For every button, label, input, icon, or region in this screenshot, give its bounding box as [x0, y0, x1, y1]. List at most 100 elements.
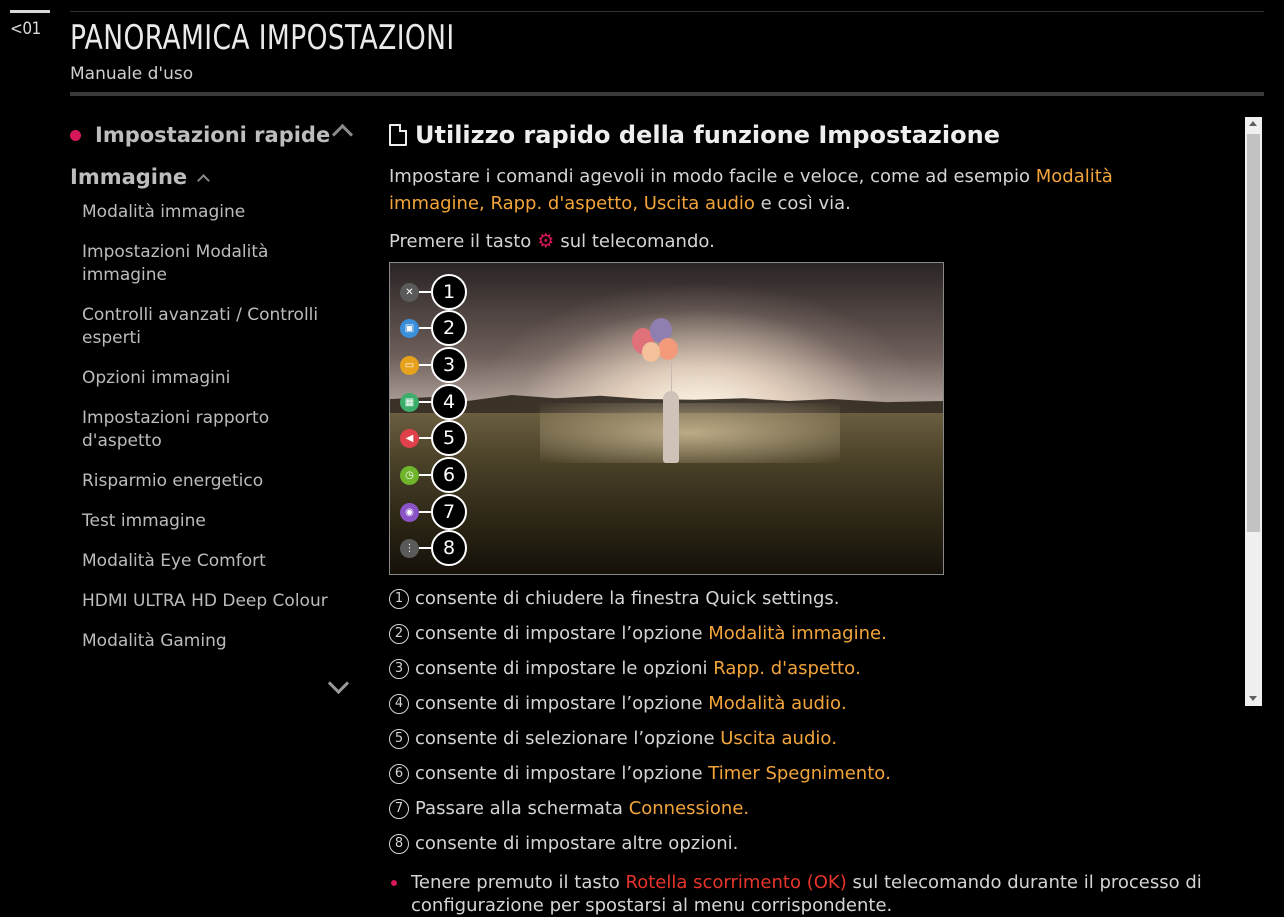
item-highlight: Connessione — [628, 798, 744, 819]
callout-line — [419, 437, 431, 439]
active-dot-icon — [70, 129, 81, 141]
item-text: Passare alla schermata — [415, 798, 623, 819]
gear-icon: ⚙ — [537, 230, 555, 252]
back-tab-bar — [10, 10, 50, 13]
item-highlight: Modalità audio — [708, 693, 841, 714]
item-period: . — [840, 693, 847, 714]
number-circle: 5 — [389, 728, 409, 749]
item-period: . — [831, 728, 838, 749]
intro-text-end: e così via. — [754, 193, 851, 214]
note-highlight: Rotella scorrimento (OK) — [625, 872, 847, 893]
callout-number: 3 — [431, 347, 467, 383]
item-text: consente di impostare le opzioni — [415, 658, 708, 679]
intro-paragraph: Impostare i comandi agevoli in modo faci… — [389, 163, 1179, 217]
callout-line — [419, 474, 431, 476]
quick-settings-row: ▭ 3 — [400, 347, 467, 383]
callout-number: 4 — [431, 384, 467, 420]
picture-mode-icon: ▣ — [400, 318, 419, 338]
callout-line — [419, 327, 431, 329]
sidebar-section-label: Immagine — [70, 165, 188, 189]
press-text-end: sul telecomando. — [560, 230, 715, 252]
page-title: PANORAMICA IMPOSTAZIONI — [70, 18, 455, 58]
item-text: consente di impostare altre opzioni. — [415, 833, 739, 854]
section-heading-text: Utilizzo rapido della funzione Impostazi… — [415, 121, 1000, 149]
quick-settings-row: ◀ 5 — [400, 420, 467, 456]
list-item: 5 consente di selezionare l’opzione Uscit… — [389, 721, 1234, 756]
sidebar: Impostazioni rapide Immagine Modalità im… — [70, 115, 360, 705]
note-text-pre: Tenere premuto il tasto — [411, 872, 626, 893]
callout-number: 1 — [431, 274, 467, 310]
scrollbar-thumb[interactable] — [1247, 134, 1260, 532]
sound-out-icon: ◀ — [400, 428, 419, 448]
sidebar-item-aspect-ratio[interactable]: Impostazioni rapporto d'aspetto — [70, 407, 332, 453]
list-item: 6 consente di impostare l’opzione Timer S… — [389, 756, 1234, 791]
separator: , — [479, 193, 491, 214]
chevron-up-icon[interactable] — [331, 123, 354, 146]
item-highlight: Timer Spegnimento — [708, 763, 886, 784]
separator: , — [632, 193, 644, 214]
item-text: consente di impostare l’opzione — [415, 763, 703, 784]
back-tab[interactable]: <01 — [10, 10, 50, 39]
sidebar-item-picture-mode-settings[interactable]: Impostazioni Modalità immagine — [70, 241, 332, 287]
list-item: 1 consente di chiudere la finestra Quick … — [389, 581, 1234, 616]
item-period: . — [743, 798, 750, 819]
main-content: Utilizzo rapido della funzione Impostazi… — [389, 115, 1234, 917]
item-period: . — [881, 623, 887, 644]
number-circle: 6 — [389, 763, 409, 784]
more-icon: ⋮ — [400, 538, 419, 558]
press-instruction: Premere il tasto ⚙ sul telecomando. — [389, 228, 1234, 254]
list-item: 7 Passare alla schermata Connessione. — [389, 791, 1234, 826]
callout-descriptions: 1 consente di chiudere la finestra Quick … — [389, 581, 1234, 861]
timer-icon: ◷ — [400, 465, 419, 485]
callout-number: 2 — [431, 310, 467, 346]
callout-line — [419, 291, 431, 293]
sidebar-section-image[interactable]: Immagine — [70, 155, 360, 199]
sidebar-item-picture-options[interactable]: Opzioni immagini — [70, 367, 332, 390]
sidebar-section-label: Impostazioni rapide — [95, 123, 331, 147]
sidebar-item-picture-mode[interactable]: Modalità immagine — [70, 201, 332, 224]
intro-text: Impostare i comandi agevoli in modo faci… — [389, 166, 1036, 187]
highlight-sound-out: Uscita audio — [643, 193, 755, 214]
sidebar-subitems: Modalità immagine Impostazioni Modalità … — [70, 201, 360, 653]
quick-settings-row: ◷ 6 — [400, 457, 467, 493]
sidebar-item-energy-saving[interactable]: Risparmio energetico — [70, 470, 332, 493]
item-period: . — [855, 658, 861, 679]
sidebar-item-hdmi-deep-colour[interactable]: HDMI ULTRA HD Deep Colour — [70, 590, 332, 613]
quick-settings-row: ▣ 2 — [400, 310, 467, 346]
number-circle: 3 — [389, 658, 409, 679]
item-period: . — [885, 763, 892, 784]
note: Tenere premuto il tasto Rotella scorrime… — [389, 871, 1234, 917]
highlight-aspect-ratio: Rapp. d'aspetto — [490, 193, 633, 214]
aspect-ratio-icon: ▭ — [400, 355, 419, 375]
header-divider — [70, 92, 1264, 96]
section-heading: Utilizzo rapido della funzione Impostazi… — [389, 115, 1234, 155]
sidebar-item-advanced-controls[interactable]: Controlli avanzati / Controlli esperti — [70, 304, 332, 350]
item-highlight: Modalità immagine — [708, 623, 882, 644]
back-tab-label: <01 — [10, 19, 41, 39]
callout-number: 5 — [431, 420, 467, 456]
content-scrollbar[interactable] — [1245, 117, 1262, 706]
scroll-up-arrow-icon[interactable] — [1249, 121, 1257, 126]
callout-number: 6 — [431, 457, 467, 493]
number-circle: 2 — [389, 623, 409, 644]
bullet-icon — [391, 880, 397, 886]
scroll-down-arrow-icon[interactable] — [1249, 696, 1257, 701]
list-item: 4 consente di impostare l’opzione Modalit… — [389, 686, 1234, 721]
number-circle: 7 — [389, 798, 409, 819]
chevron-up-icon[interactable] — [197, 173, 211, 187]
note-text: Tenere premuto il tasto Rotella scorrime… — [411, 871, 1234, 917]
sidebar-section-quick-settings[interactable]: Impostazioni rapide — [70, 115, 360, 155]
page-subtitle: Manuale d'uso — [70, 64, 194, 84]
callout-number: 7 — [431, 494, 467, 530]
press-text: Premere il tasto — [389, 230, 532, 252]
sidebar-item-picture-test[interactable]: Test immagine — [70, 510, 332, 533]
sidebar-item-eye-comfort[interactable]: Modalità Eye Comfort — [70, 550, 332, 573]
quick-settings-row: ⋮ 8 — [400, 530, 467, 566]
callout-line — [419, 364, 431, 366]
girl-figure — [663, 391, 679, 463]
sun-glow — [540, 403, 840, 463]
sidebar-item-gaming-mode[interactable]: Modalità Gaming — [70, 630, 332, 653]
quick-settings-illustration: ✕ 1 ▣ 2 ▭ 3 ▦ 4 ◀ 5 ◷ 6 ◉ 7 ⋮ 8 — [389, 262, 944, 575]
number-circle: 1 — [389, 588, 409, 609]
item-highlight: Rapp. d'aspetto — [713, 658, 856, 679]
